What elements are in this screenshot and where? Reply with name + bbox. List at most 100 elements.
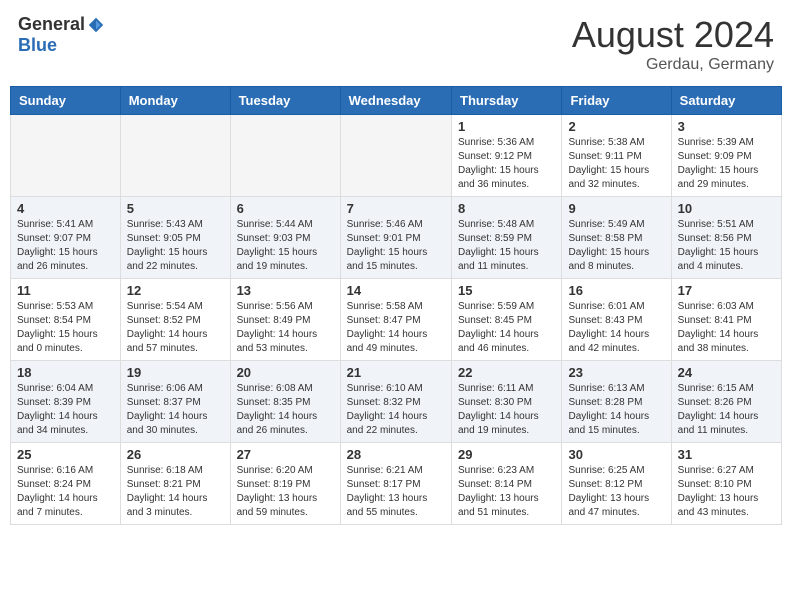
day-number: 12 [127,283,224,298]
title-section: August 2024 Gerdau, Germany [572,14,774,74]
day-info: Sunrise: 5:36 AMSunset: 9:12 PMDaylight:… [458,136,555,192]
day-info: Sunrise: 6:23 AMSunset: 8:14 PMDaylight:… [458,464,555,520]
day-number: 1 [458,119,555,134]
table-row: 21Sunrise: 6:10 AMSunset: 8:32 PMDayligh… [340,361,451,443]
table-row: 8 Sunrise: 5:48 AMSunset: 8:59 PMDaylight… [452,197,562,279]
header-saturday: Saturday [671,87,781,115]
table-row [230,115,340,197]
table-row: 1 Sunrise: 5:36 AMSunset: 9:12 PMDaylight… [452,115,562,197]
day-info: Sunrise: 5:38 AMSunset: 9:11 PMDaylight:… [568,136,664,192]
table-row: 10 Sunrise: 5:51 AMSunset: 8:56 PMDayligh… [671,197,781,279]
day-number: 30 [568,447,664,462]
day-info: Sunrise: 6:08 AMSunset: 8:35 PMDaylight:… [237,382,334,438]
header-wednesday: Wednesday [340,87,451,115]
day-info: Sunrise: 5:58 AMSunset: 8:47 PMDaylight:… [347,300,445,356]
day-number: 31 [678,447,775,462]
day-number: 19 [127,365,224,380]
day-info: Sunrise: 6:21 AMSunset: 8:17 PMDaylight:… [347,464,445,520]
day-number: 4 [17,201,114,216]
day-info: Sunrise: 5:39 AMSunset: 9:09 PMDaylight:… [678,136,775,192]
table-row [340,115,451,197]
header-tuesday: Tuesday [230,87,340,115]
table-row: 31 Sunrise: 6:27 AMSunset: 8:10 PMDayligh… [671,443,781,525]
day-info: Sunrise: 5:49 AMSunset: 8:58 PMDaylight:… [568,218,664,274]
day-number: 24 [678,365,775,380]
day-info: Sunrise: 5:54 AMSunset: 8:52 PMDaylight:… [127,300,224,356]
table-row: 17 Sunrise: 6:03 AMSunset: 8:41 PMDayligh… [671,279,781,361]
day-number: 23 [568,365,664,380]
table-row: 9 Sunrise: 5:49 AMSunset: 8:58 PMDaylight… [562,197,671,279]
day-number: 10 [678,201,775,216]
table-row: 29 Sunrise: 6:23 AMSunset: 8:14 PMDayligh… [452,443,562,525]
header-friday: Friday [562,87,671,115]
day-info: Sunrise: 5:53 AMSunset: 8:54 PMDaylight:… [17,300,114,356]
day-number: 8 [458,201,555,216]
day-number: 27 [237,447,334,462]
day-info: Sunrise: 6:01 AMSunset: 8:43 PMDaylight:… [568,300,664,356]
day-number: 15 [458,283,555,298]
calendar-table: Sunday Monday Tuesday Wednesday Thursday… [10,86,782,525]
page-header: General Blue August 2024 Gerdau, Germany [10,10,782,78]
day-number: 7 [347,201,445,216]
table-row: 25 Sunrise: 6:16 AMSunset: 8:24 PMDayligh… [11,443,121,525]
day-number: 6 [237,201,334,216]
day-number: 25 [17,447,114,462]
calendar-week-row: 11 Sunrise: 5:53 AMSunset: 8:54 PMDayligh… [11,279,782,361]
table-row: 18 Sunrise: 6:04 AMSunset: 8:39 PMDayligh… [11,361,121,443]
table-row: 14 Sunrise: 5:58 AMSunset: 8:47 PMDayligh… [340,279,451,361]
table-row: 3 Sunrise: 5:39 AMSunset: 9:09 PMDaylight… [671,115,781,197]
logo-blue-text: Blue [18,35,57,56]
day-info: Sunrise: 5:48 AMSunset: 8:59 PMDaylight:… [458,218,555,274]
table-row: 19 Sunrise: 6:06 AMSunset: 8:37 PMDayligh… [120,361,230,443]
day-number: 13 [237,283,334,298]
day-number: 17 [678,283,775,298]
table-row [11,115,121,197]
day-info: Sunrise: 6:10 AMSunset: 8:32 PMDaylight:… [347,382,445,438]
day-info: Sunrise: 6:27 AMSunset: 8:10 PMDaylight:… [678,464,775,520]
day-info: Sunrise: 6:03 AMSunset: 8:41 PMDaylight:… [678,300,775,356]
day-info: Sunrise: 5:41 AMSunset: 9:07 PMDaylight:… [17,218,114,274]
month-year-title: August 2024 [572,14,774,56]
header-thursday: Thursday [452,87,562,115]
table-row: 30 Sunrise: 6:25 AMSunset: 8:12 PMDayligh… [562,443,671,525]
logo-icon [87,16,105,34]
day-number: 2 [568,119,664,134]
day-info: Sunrise: 6:18 AMSunset: 8:21 PMDaylight:… [127,464,224,520]
table-row: 15Sunrise: 5:59 AMSunset: 8:45 PMDayligh… [452,279,562,361]
day-number: 3 [678,119,775,134]
table-row: 12 Sunrise: 5:54 AMSunset: 8:52 PMDayligh… [120,279,230,361]
table-row: 7Sunrise: 5:46 AMSunset: 9:01 PMDaylight… [340,197,451,279]
day-number: 16 [568,283,664,298]
day-info: Sunrise: 5:44 AMSunset: 9:03 PMDaylight:… [237,218,334,274]
table-row: 11 Sunrise: 5:53 AMSunset: 8:54 PMDayligh… [11,279,121,361]
day-number: 18 [17,365,114,380]
day-info: Sunrise: 6:16 AMSunset: 8:24 PMDaylight:… [17,464,114,520]
logo: General Blue [18,14,105,56]
day-number: 28 [347,447,445,462]
table-row: 13Sunrise: 5:56 AMSunset: 8:49 PMDayligh… [230,279,340,361]
day-number: 11 [17,283,114,298]
day-number: 14 [347,283,445,298]
day-info: Sunrise: 6:15 AMSunset: 8:26 PMDaylight:… [678,382,775,438]
day-number: 29 [458,447,555,462]
day-info: Sunrise: 6:25 AMSunset: 8:12 PMDaylight:… [568,464,664,520]
day-info: Sunrise: 6:13 AMSunset: 8:28 PMDaylight:… [568,382,664,438]
table-row: 27Sunrise: 6:20 AMSunset: 8:19 PMDayligh… [230,443,340,525]
day-number: 20 [237,365,334,380]
table-row: 23 Sunrise: 6:13 AMSunset: 8:28 PMDayligh… [562,361,671,443]
day-number: 9 [568,201,664,216]
table-row: 4 Sunrise: 5:41 AMSunset: 9:07 PMDaylight… [11,197,121,279]
calendar-week-row: 4 Sunrise: 5:41 AMSunset: 9:07 PMDaylight… [11,197,782,279]
table-row: 6 Sunrise: 5:44 AMSunset: 9:03 PMDaylight… [230,197,340,279]
day-number: 5 [127,201,224,216]
location-subtitle: Gerdau, Germany [572,56,774,74]
day-info: Sunrise: 5:43 AMSunset: 9:05 PMDaylight:… [127,218,224,274]
table-row: 22Sunrise: 6:11 AMSunset: 8:30 PMDayligh… [452,361,562,443]
calendar-week-row: 1 Sunrise: 5:36 AMSunset: 9:12 PMDaylight… [11,115,782,197]
table-row: 26 Sunrise: 6:18 AMSunset: 8:21 PMDayligh… [120,443,230,525]
day-info: Sunrise: 6:06 AMSunset: 8:37 PMDaylight:… [127,382,224,438]
day-info: Sunrise: 5:51 AMSunset: 8:56 PMDaylight:… [678,218,775,274]
day-number: 26 [127,447,224,462]
table-row: 20 Sunrise: 6:08 AMSunset: 8:35 PMDayligh… [230,361,340,443]
day-info: Sunrise: 6:04 AMSunset: 8:39 PMDaylight:… [17,382,114,438]
